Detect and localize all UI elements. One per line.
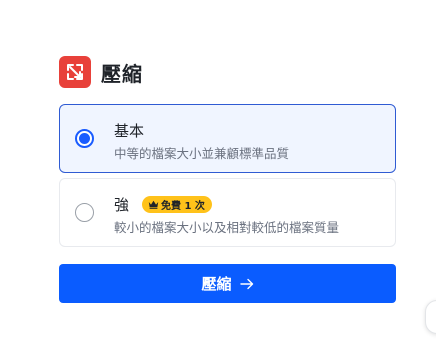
floating-widget-edge[interactable]	[425, 300, 436, 334]
option-strong-label: 強	[114, 196, 130, 214]
option-strong[interactable]: 強 免費 1 次 較小的檔案大小以及相對較低的檔案質量	[59, 178, 396, 247]
free-badge-label: 免費 1 次	[161, 201, 205, 212]
option-strong-description: 較小的檔案大小以及相對較低的檔案質量	[114, 220, 340, 235]
compress-button-label: 壓縮	[201, 275, 232, 293]
arrow-right-icon	[239, 278, 253, 289]
option-basic-label: 基本	[114, 122, 145, 140]
compress-button[interactable]: 壓縮	[59, 264, 396, 303]
crown-icon	[148, 200, 159, 209]
page-title: 壓縮	[101, 61, 143, 86]
radio-strong[interactable]	[75, 203, 94, 222]
option-basic-description: 中等的檔案大小並兼顧標準品質	[114, 146, 290, 161]
option-basic[interactable]: 基本 中等的檔案大小並兼顧標準品質	[59, 104, 396, 173]
compress-panel: 壓縮 基本 中等的檔案大小並兼顧標準品質 強 免費 1 次 較小的檔案大小以及相…	[0, 0, 436, 343]
option-basic-title: 基本	[114, 120, 144, 141]
compress-icon	[59, 56, 91, 88]
radio-basic[interactable]	[75, 129, 94, 148]
panel-header: 壓縮	[59, 56, 143, 88]
option-strong-title: 強 免費 1 次	[114, 194, 212, 215]
free-badge: 免費 1 次	[142, 196, 212, 213]
